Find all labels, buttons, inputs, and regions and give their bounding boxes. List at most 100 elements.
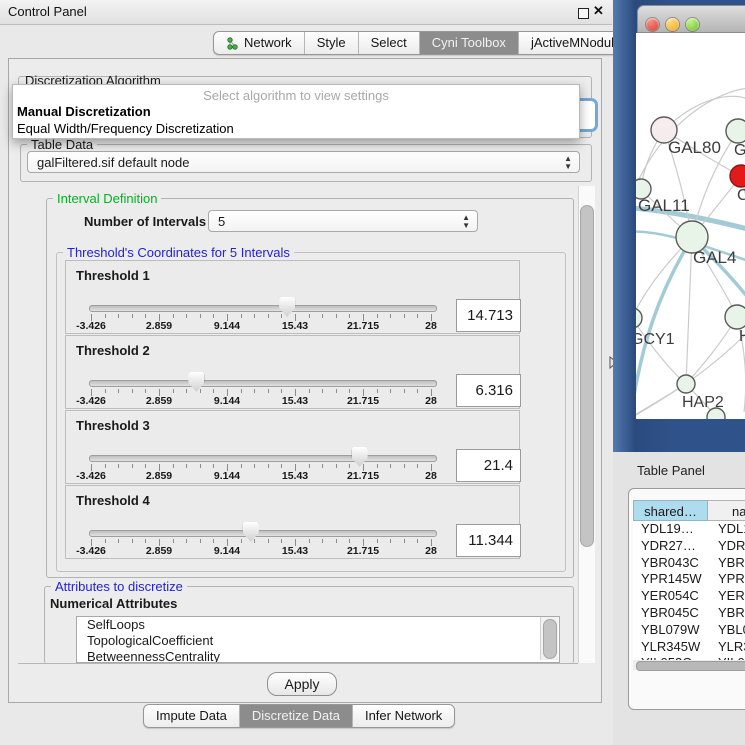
table-row[interactable]: YBR045CYBR0 — [633, 605, 745, 622]
tab-style[interactable]: Style — [304, 32, 358, 54]
threshold-value-field[interactable]: 14.713 — [456, 299, 521, 332]
zoom-traffic-light-icon[interactable] — [686, 18, 699, 31]
tab-label: Discretize Data — [252, 705, 340, 727]
cell-name: YPR1 — [708, 571, 745, 588]
column-header-name[interactable]: na — [708, 500, 745, 521]
tick-mark — [309, 389, 310, 393]
slider-track[interactable] — [89, 530, 437, 537]
network-node-c[interactable] — [730, 165, 745, 187]
tab-impute-data[interactable]: Impute Data — [144, 705, 239, 727]
table-row[interactable]: YPR145WYPR1 — [633, 571, 745, 588]
threshold-panel-1: Threshold 1-3.4262.8599.14415.4321.71528… — [65, 260, 520, 334]
slider-handle[interactable] — [243, 522, 259, 542]
tick-mark — [322, 389, 323, 393]
slider-track[interactable] — [89, 455, 437, 462]
table-data-combobox[interactable]: galFiltered.sif default node ▲▼ — [27, 151, 580, 173]
tab-discretize-data[interactable]: Discretize Data — [239, 705, 352, 727]
apply-button[interactable]: Apply — [267, 672, 337, 696]
threshold-value-field[interactable]: 6.316 — [456, 374, 521, 407]
attribute-item[interactable]: BetweennessCentrality — [77, 649, 559, 663]
algorithm-option-manual-discretization[interactable]: Manual Discretization — [13, 104, 579, 121]
attribute-item[interactable]: SelfLoops — [77, 617, 559, 633]
tick-mark — [336, 464, 337, 468]
minimize-traffic-light-icon[interactable] — [666, 18, 679, 31]
number-of-intervals-combobox[interactable]: 5 ▲▼ — [208, 210, 478, 232]
tick-label: 28 — [425, 320, 437, 332]
tick-mark — [390, 464, 391, 468]
control-panel-titlebar: Control Panel ✕ — [0, 0, 612, 25]
table-row[interactable]: YER054CYER0 — [633, 588, 745, 605]
tick-mark — [404, 464, 405, 468]
tab-infer-network[interactable]: Infer Network — [352, 705, 454, 727]
scrollbar-thumb[interactable] — [580, 205, 594, 547]
tab-network[interactable]: Network — [214, 32, 304, 54]
slider-handle[interactable] — [188, 372, 204, 392]
network-node-h[interactable] — [725, 305, 745, 329]
tick-label: 9.144 — [214, 395, 240, 407]
close-traffic-light-icon[interactable] — [646, 18, 659, 31]
node-table[interactable]: YDL19…YDL1YDR27…YDR2YBR043CYBR0YPR145WYP… — [633, 521, 745, 661]
column-header-shared[interactable]: shared… — [633, 500, 708, 521]
float-window-icon[interactable] — [578, 8, 589, 19]
table-row[interactable]: YBL079WYBL0 — [633, 622, 745, 639]
close-icon[interactable]: ✕ — [593, 3, 604, 19]
network-window-titlebar[interactable] — [637, 5, 745, 33]
slider-track[interactable] — [89, 305, 437, 312]
slider-handle[interactable] — [352, 447, 368, 467]
tick-mark — [268, 314, 269, 318]
tick-mark — [254, 314, 255, 318]
node-label: GAL11 — [638, 196, 690, 215]
tick-mark — [200, 539, 201, 543]
network-node[interactable] — [707, 408, 725, 419]
vertical-scrollbar[interactable] — [578, 186, 595, 663]
tick-mark — [268, 389, 269, 393]
tab-select[interactable]: Select — [358, 32, 419, 54]
slider-track[interactable] — [89, 380, 437, 387]
tick-mark — [241, 314, 242, 318]
tick-mark — [377, 464, 378, 468]
attributes-scrollbar-thumb[interactable] — [543, 619, 557, 659]
attribute-item[interactable]: TopologicalCoefficient — [77, 633, 559, 649]
tick-mark — [186, 389, 187, 393]
tick-mark — [281, 389, 282, 393]
tick-mark — [377, 389, 378, 393]
number-of-intervals-value: 5 — [218, 214, 225, 229]
tick-mark — [268, 464, 269, 468]
tick-mark — [349, 314, 350, 318]
table-row[interactable]: YBR043CYBR0 — [633, 555, 745, 572]
network-view-canvas[interactable]: GAL80GACGAL11GAL4GCY1HHAP2 — [636, 33, 745, 419]
node-label: C — [737, 187, 745, 204]
tab-label: Network — [244, 32, 292, 54]
tick-mark — [145, 389, 146, 393]
tick-mark — [322, 464, 323, 468]
hscrollbar-thumb[interactable] — [636, 661, 745, 671]
table-row[interactable]: YLR345WYLR3 — [633, 639, 745, 656]
tick-label: 15.43 — [282, 545, 308, 557]
group-title-interval-definition: Interval Definition — [53, 191, 161, 206]
threshold-label: Threshold 4 — [76, 493, 150, 508]
tab-cyni-toolbox[interactable]: Cyni Toolbox — [419, 32, 518, 54]
table-horizontal-scrollbar[interactable] — [633, 660, 745, 670]
network-node-hap2[interactable] — [677, 375, 695, 393]
table-row[interactable]: YDR27…YDR2 — [633, 538, 745, 555]
tick-label: -3.426 — [76, 320, 106, 332]
table-row[interactable]: YDL19…YDL1 — [633, 521, 745, 538]
tick-label: 21.715 — [347, 395, 379, 407]
tick-mark — [186, 464, 187, 468]
network-node-gcy1[interactable] — [636, 308, 642, 328]
algorithm-option-equal-width-frequency-discretization[interactable]: Equal Width/Frequency Discretization — [13, 121, 579, 138]
numerical-attributes-list[interactable]: SelfLoopsTopologicalCoefficientBetweenne… — [76, 616, 560, 663]
tick-label: 15.43 — [282, 395, 308, 407]
tick-label: 15.43 — [282, 470, 308, 482]
tab-label: Style — [317, 32, 346, 54]
attributes-list-scrollbar[interactable] — [540, 617, 558, 660]
tick-mark — [105, 314, 106, 318]
cell-shared-name: YER054C — [633, 588, 708, 605]
network-node-ga[interactable] — [726, 119, 745, 143]
tick-mark — [213, 314, 214, 318]
threshold-value-field[interactable]: 11.344 — [456, 524, 521, 557]
tick-mark — [186, 314, 187, 318]
threshold-value-field[interactable]: 21.4 — [456, 449, 521, 482]
table-panel-section: Table Panel ⚙ ☑☑ shared… na YDL19…YDL1YD… — [613, 452, 745, 745]
tick-mark — [173, 464, 174, 468]
